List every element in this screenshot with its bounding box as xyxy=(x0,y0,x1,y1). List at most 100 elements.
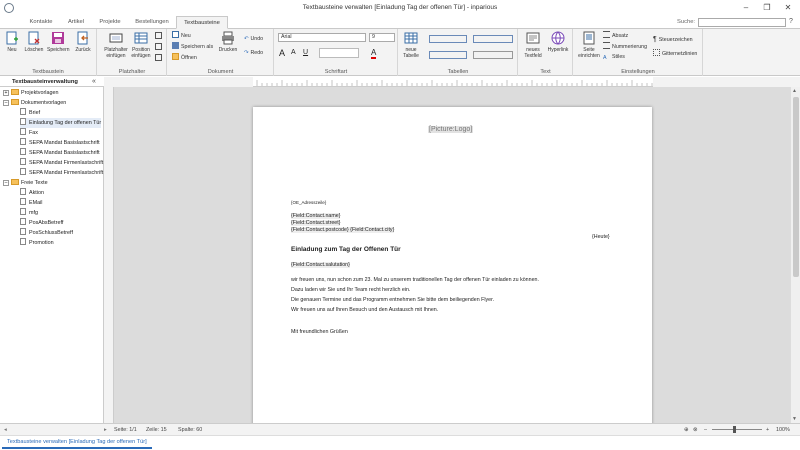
copy-icon-button[interactable] xyxy=(155,43,164,52)
restore-button[interactable]: ❐ xyxy=(761,2,773,14)
zoom-slider-handle[interactable] xyxy=(733,426,736,433)
tree-item[interactable]: Brief xyxy=(20,108,40,118)
closing-line: Mit freundlichen Grüßen xyxy=(291,329,348,335)
close-button[interactable]: ✕ xyxy=(782,2,794,14)
shrink-font-button[interactable]: A xyxy=(291,49,296,56)
paragraph-button[interactable]: Absatz xyxy=(603,31,628,40)
underline-button[interactable]: U xyxy=(303,49,308,56)
title-bar: Textbausteine verwalten [Einladung Tag d… xyxy=(0,0,800,16)
control-chars-button[interactable]: ¶ Steuerzeichen xyxy=(653,35,693,44)
font-family-select[interactable]: Arial xyxy=(278,33,366,42)
tree-item[interactable]: Aktion xyxy=(20,188,44,198)
help-icon[interactable]: ? xyxy=(789,18,793,25)
tree-item-label: Aktion xyxy=(29,190,44,196)
folder-icon xyxy=(11,89,19,95)
save-as-button[interactable]: Speichern als xyxy=(172,42,213,51)
delete-button[interactable]: Löschen xyxy=(23,31,45,53)
tree-item[interactable]: Promotion xyxy=(20,238,54,248)
new-button[interactable]: Neu xyxy=(1,31,23,53)
horizontal-ruler[interactable] xyxy=(253,77,653,87)
tree-item[interactable]: SEPA Mandat Basislastschrift xyxy=(20,138,100,148)
scroll-left-arrow-icon[interactable]: ◂ xyxy=(4,427,7,433)
table-tools-row1[interactable] xyxy=(429,35,467,43)
tree-expander-icon[interactable]: – xyxy=(3,180,9,186)
redo-button[interactable]: ↷ Redo xyxy=(244,49,263,58)
group-label-tabellen: Tabellen xyxy=(447,69,469,75)
tree-item[interactable]: SEPA Mandat Basislastschrift xyxy=(20,148,100,158)
tab-artikel[interactable]: Artikel xyxy=(62,16,90,29)
minimize-button[interactable]: – xyxy=(740,2,752,14)
undo-button[interactable]: ↶ Undo xyxy=(244,35,263,44)
document-icon xyxy=(20,148,26,155)
document-page[interactable]: [Picture:Logo] {OE_Adresszeile} {Field:C… xyxy=(253,107,652,423)
document-icon xyxy=(20,228,26,235)
tree-expander-icon[interactable]: – xyxy=(3,100,9,106)
bracket-icon-button[interactable] xyxy=(155,54,164,63)
zoom-in-button[interactable]: + xyxy=(766,427,769,433)
scroll-right-arrow-icon[interactable]: ▸ xyxy=(104,427,107,433)
save-button[interactable]: Speichern xyxy=(47,31,70,53)
document-icon xyxy=(20,108,26,115)
ribbon: Neu Löschen Speichern Zurück Textbaustei… xyxy=(0,29,800,76)
tree-item[interactable]: SEPA Mandat Firmenlastschrift xyxy=(20,158,103,168)
print-button[interactable]: Drucken xyxy=(217,31,239,53)
tree-item[interactable]: EMail xyxy=(20,198,42,208)
scroll-down-arrow-icon[interactable]: ▼ xyxy=(792,416,797,422)
tree-folder[interactable]: – Freie Texte xyxy=(3,178,48,188)
styles-button[interactable]: A Stiles xyxy=(603,53,625,62)
zoom-slider[interactable] xyxy=(712,429,762,430)
document-editor-area[interactable]: [Picture:Logo] {OE_Adresszeile} {Field:C… xyxy=(114,87,790,423)
tab-kontakte[interactable]: Kontakte xyxy=(22,16,60,29)
font-color-button[interactable]: A xyxy=(371,48,377,59)
page-setup-button[interactable]: Seite einrichten xyxy=(576,31,602,59)
vertical-scrollbar[interactable]: ▲ ▼ xyxy=(790,87,800,423)
back-button[interactable]: Zurück xyxy=(72,31,94,53)
tree-item[interactable]: SEPA Mandat Firmenlastschrift xyxy=(20,168,103,178)
tree-folder[interactable]: + Projektvorlagen xyxy=(3,88,58,98)
tree-expander-icon[interactable]: + xyxy=(3,90,9,96)
tree-item[interactable]: PosAbsBetreff xyxy=(20,218,63,228)
tab-projekte[interactable]: Projekte xyxy=(94,16,126,29)
address-name: {Field:Contact.name} xyxy=(291,213,341,219)
zoom-out-button[interactable]: – xyxy=(704,427,707,433)
doc-new-button[interactable]: Neu xyxy=(172,31,191,40)
hyperlink-button[interactable]: Hyperlink xyxy=(546,31,570,53)
scroll-up-arrow-icon[interactable]: ▲ xyxy=(792,88,797,94)
font-size-select[interactable]: 9 xyxy=(369,33,395,42)
insert-placeholder-button[interactable]: Platzhalter einfügen xyxy=(102,31,130,59)
open-button[interactable]: Öffnen xyxy=(172,53,197,62)
fit-page-icon[interactable]: ⊕ xyxy=(684,427,689,433)
search-input[interactable] xyxy=(698,18,786,27)
tree-folder[interactable]: – Dokumentvorlagen xyxy=(3,98,66,108)
grow-font-button[interactable]: A xyxy=(279,48,285,58)
document-icon xyxy=(20,218,26,225)
window-tab-textbausteine[interactable]: Textbausteine verwalten [Einladung Tag d… xyxy=(2,436,152,449)
fit-width-icon[interactable]: ⊗ xyxy=(693,427,698,433)
list-icon-button[interactable] xyxy=(155,32,164,41)
table-tools-row3[interactable] xyxy=(473,35,513,43)
table-tools-row2[interactable] xyxy=(429,51,467,59)
scrollbar-thumb[interactable] xyxy=(793,97,799,277)
new-table-button[interactable]: neue Tabelle xyxy=(399,31,423,59)
tab-bestellungen[interactable]: Bestellungen xyxy=(130,16,174,29)
alignment-buttons[interactable] xyxy=(319,48,359,58)
new-textfield-button[interactable]: neues Textfeld xyxy=(521,31,545,59)
tree-item[interactable]: mfg xyxy=(20,208,38,218)
vertical-ruler[interactable] xyxy=(104,87,114,423)
gridlines-button[interactable]: Gitternetzlinien xyxy=(653,49,697,58)
insert-position-button[interactable]: Position einfügen xyxy=(128,31,154,59)
numbering-button[interactable]: Nummerierung xyxy=(603,42,647,51)
tree-item[interactable]: PosSchlussBetreff xyxy=(20,228,73,238)
tree-item-label: Promotion xyxy=(29,240,54,246)
group-dokument: Neu Speichern als Öffnen Drucken ↶ Undo ↷… xyxy=(168,29,274,76)
textbaustein-tree-panel: Textbausteinverwaltung « + Projektvorlage… xyxy=(0,77,104,423)
tab-textbausteine[interactable]: Textbausteine xyxy=(176,16,228,29)
tree-item[interactable]: Einladung Tag der offenen Tür xyxy=(20,118,102,128)
body-line-3: Die genauen Termine und das Programm ent… xyxy=(291,297,495,303)
collapse-panel-button[interactable]: « xyxy=(92,78,96,85)
group-label-einstellungen: Einstellungen xyxy=(621,69,655,75)
group-label-schriftart: Schriftart xyxy=(324,69,348,75)
globe-icon xyxy=(551,31,565,45)
table-border-tools[interactable] xyxy=(473,51,513,59)
tree-item[interactable]: Fax xyxy=(20,128,38,138)
